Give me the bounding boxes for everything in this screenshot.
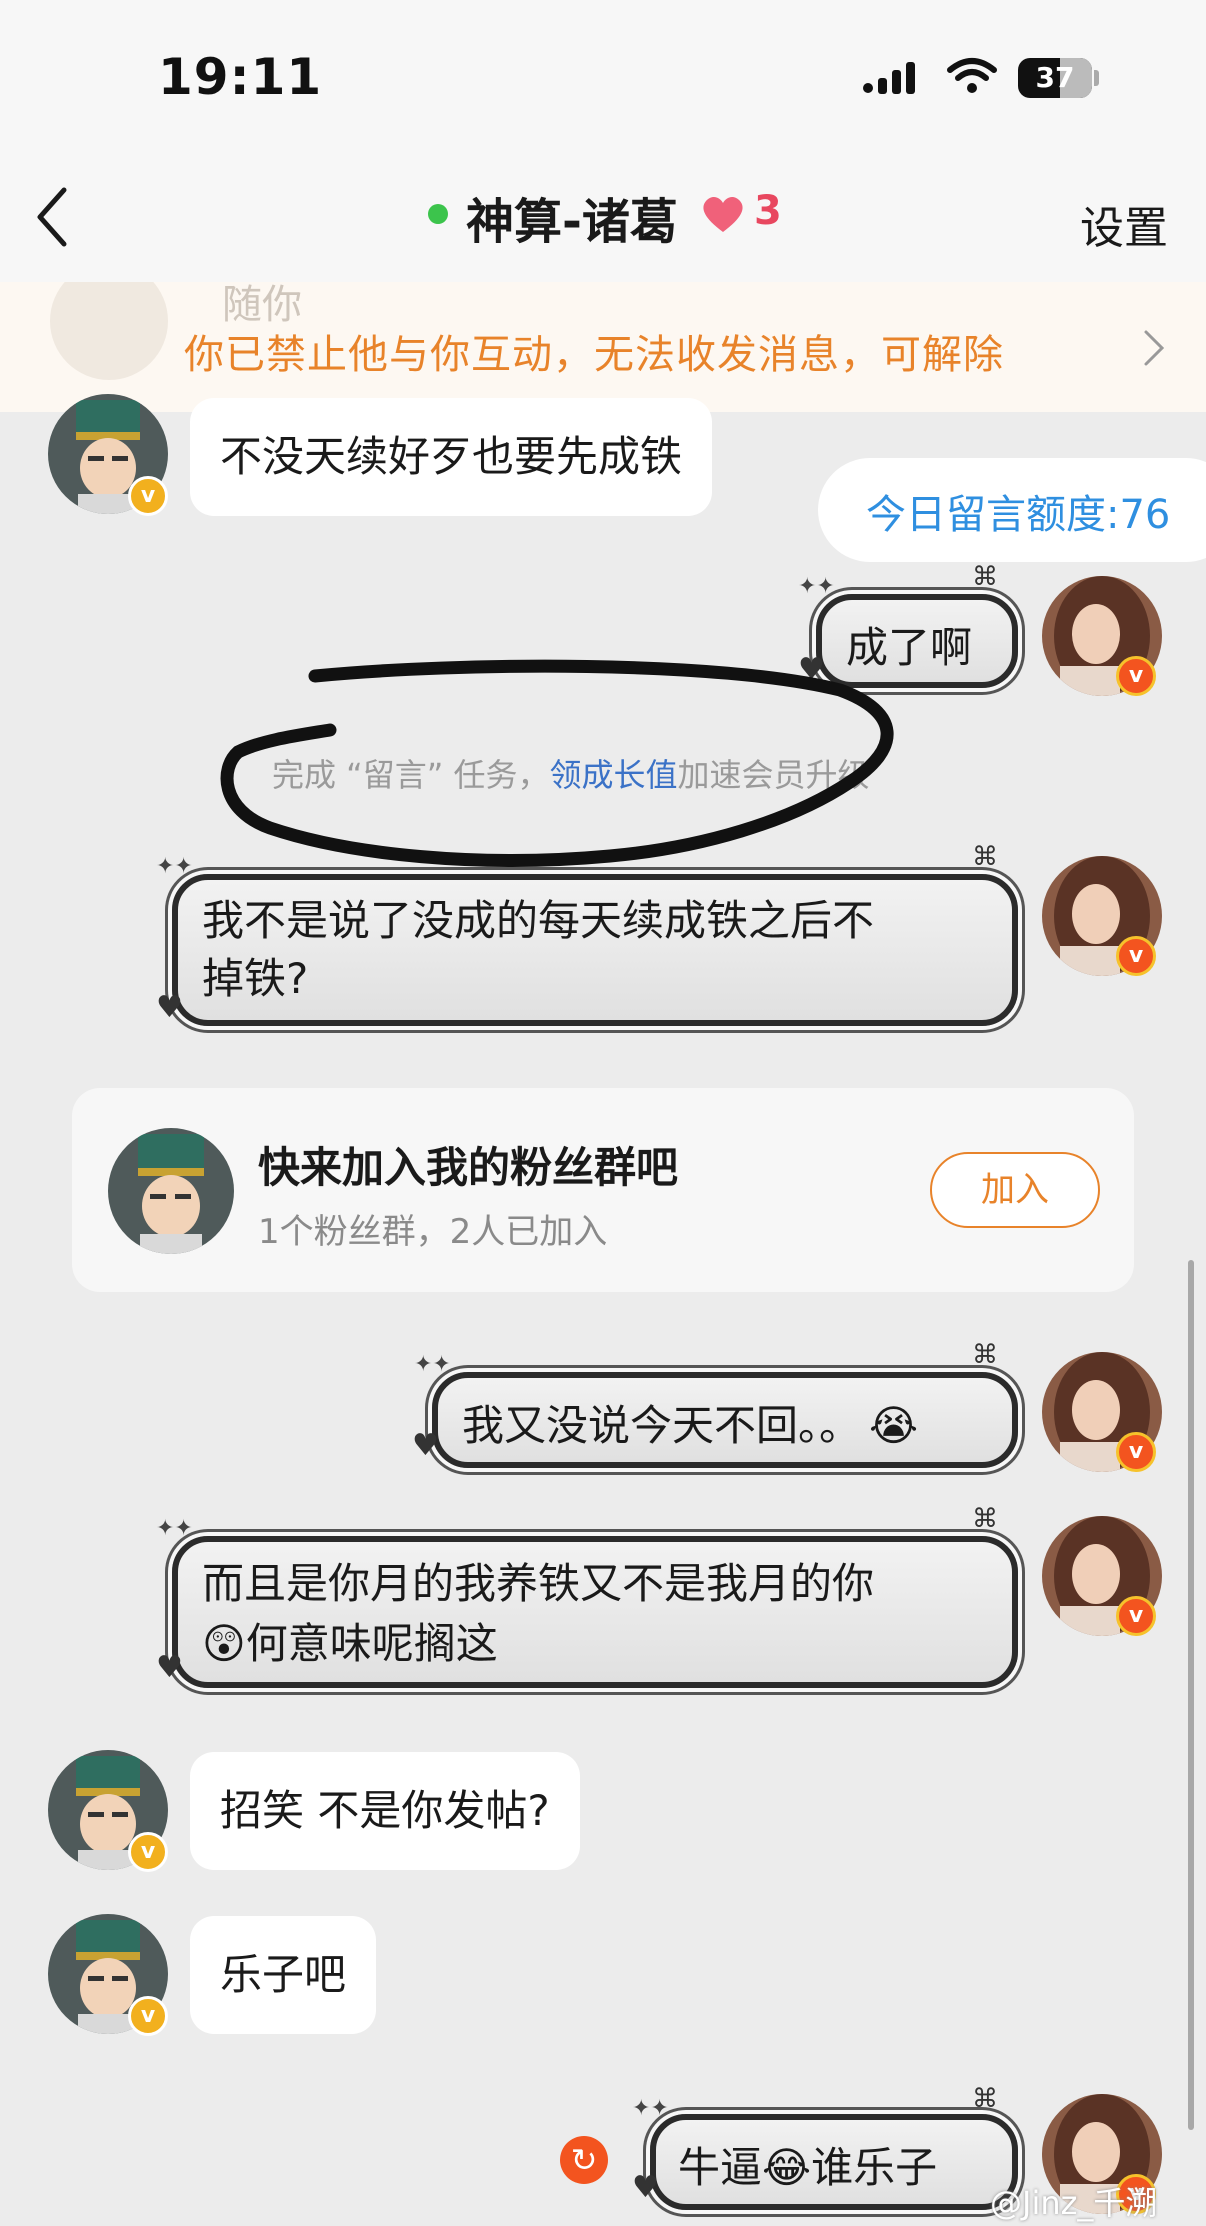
chat-header: 神算-诸葛 3 设置 — [0, 160, 1206, 283]
cellular-signal-icon — [863, 62, 915, 94]
verified-badge-icon: v — [1116, 1596, 1156, 1636]
laughing-emoji-icon: 😂 — [762, 2143, 812, 2192]
verified-badge-icon: v — [1116, 1432, 1156, 1472]
message-text: 成了啊 — [846, 623, 973, 672]
system-tip: 完成 “留言” 任务，领成长值加速会员升级 — [272, 750, 870, 796]
message-bubble[interactable]: 我不是说了没成的每天续成铁之后不 掉铁? — [172, 874, 1018, 1026]
intimacy-count: 3 — [754, 188, 782, 234]
message-bubble[interactable]: 牛逼😂谁乐子 — [650, 2114, 1018, 2210]
chat-title[interactable]: 神算-诸葛 — [466, 182, 678, 252]
message-bubble[interactable]: 招笑 不是你发帖? — [190, 1752, 580, 1870]
growth-link[interactable]: 领成长值 — [550, 756, 678, 794]
ghost-avatar — [50, 282, 168, 380]
crying-emoji-icon: 😭 — [869, 1401, 919, 1450]
battery-level: 37 — [1035, 61, 1075, 94]
block-notice-text: 你已禁止他与你互动，无法收发消息，可解除 — [184, 332, 1004, 378]
message-bubble[interactable]: 不没天续好歹也要先成铁 — [190, 398, 713, 516]
watermark: @Jinz_千溯 — [990, 2184, 1158, 2222]
battery-icon: 37 — [1018, 58, 1092, 98]
join-button[interactable]: 加入 — [930, 1152, 1100, 1228]
message-bubble[interactable]: 成了啊 — [816, 594, 1018, 688]
message-text: 谁乐子 — [811, 2143, 938, 2192]
heart-icon — [703, 196, 743, 232]
fan-group-title: 快来加入我的粉丝群吧 — [258, 1143, 679, 1192]
system-tip-prefix: 完成 “留言” 任务， — [272, 756, 550, 794]
message-text-line: 掉铁? — [202, 954, 309, 1003]
system-tip-suffix: 加速会员升级 — [677, 756, 870, 794]
verified-badge-icon: v — [128, 1832, 168, 1872]
verified-badge-icon: v — [1116, 656, 1156, 696]
online-status-dot — [428, 204, 448, 224]
chevron-right-icon[interactable] — [1142, 328, 1168, 368]
message-bubble[interactable]: 而且是你月的我养铁又不是我月的你 😲何意味呢搁这 — [172, 1536, 1018, 1688]
message-bubble[interactable]: 乐子吧 — [190, 1916, 377, 2034]
settings-button[interactable]: 设置 — [1080, 192, 1168, 256]
message-text: 牛逼 — [678, 2143, 763, 2192]
verified-badge-icon: v — [128, 1996, 168, 2036]
scrollbar[interactable] — [1188, 1260, 1194, 2130]
verified-badge-icon: v — [128, 476, 168, 516]
resend-icon[interactable]: ↻ — [560, 2136, 608, 2184]
block-notice-banner[interactable]: 随你 你已禁止他与你互动，无法收发消息，可解除 — [0, 282, 1206, 412]
astonished-emoji-icon: 😲 — [202, 1619, 246, 1668]
fan-group-avatar — [108, 1128, 234, 1254]
verified-badge-icon: v — [1116, 936, 1156, 976]
quota-text: 今日留言额度:76 — [866, 492, 1171, 538]
status-bar: 19:11 37 — [0, 0, 1206, 160]
message-text-line: 何意味呢搁这 — [245, 1619, 498, 1668]
message-bubble[interactable]: 我又没说今天不回。。 😭 — [432, 1372, 1018, 1468]
message-text-line: 而且是你月的我养铁又不是我月的你 — [202, 1559, 875, 1608]
message-text-line: 我不是说了没成的每天续成铁之后不 — [202, 896, 875, 945]
status-time: 19:11 — [158, 48, 323, 106]
back-chevron-icon[interactable] — [32, 182, 72, 252]
fan-group-subtitle: 1个粉丝群，2人已加入 — [258, 1212, 608, 1252]
message-text: 我又没说今天不回。。 — [462, 1401, 862, 1450]
wifi-icon — [947, 58, 997, 93]
